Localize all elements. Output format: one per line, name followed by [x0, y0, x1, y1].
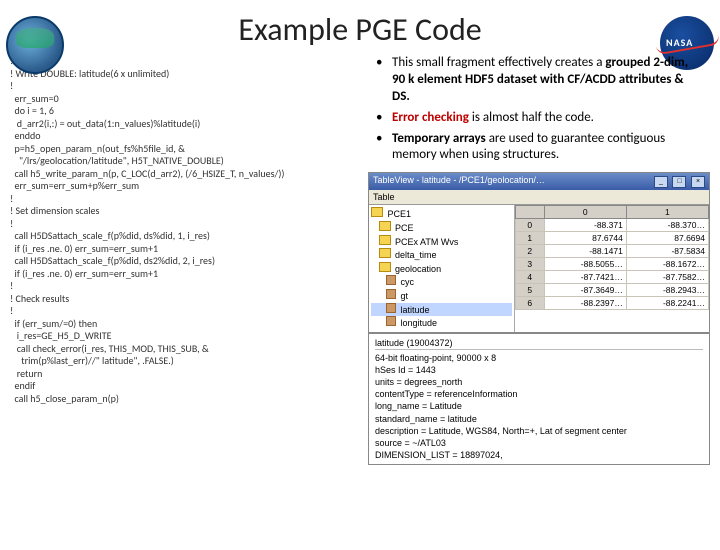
minimize-icon[interactable]: _ [654, 176, 668, 188]
content-row: ! ! Write DOUBLE: latitude(6 x unlimited… [0, 55, 720, 465]
meta-line6: standard_name = latitude [375, 413, 703, 425]
meta-line9: DIMENSION_LIST = 18897024, [375, 449, 703, 461]
tree-item-pcex-atm-wvs[interactable]: PCEx ATM Wvs [371, 235, 512, 249]
folder-icon [371, 207, 383, 217]
grid-cell[interactable]: -88.371 [544, 219, 626, 232]
table-row[interactable]: 3-88.5055…-88.1672… [515, 258, 708, 271]
folder-icon [379, 248, 391, 258]
grid-cell[interactable]: -88.1471 [544, 245, 626, 258]
metadata-panel: latitude (19004372) 64-bit floating-poin… [369, 332, 709, 464]
grid-row-header[interactable]: 5 [515, 284, 544, 297]
tree-item-geolocation[interactable]: geolocation [371, 262, 512, 276]
meta-line1: 64-bit floating-point, 90000 x 8 [375, 352, 703, 364]
bullet-list: This small fragment effectively creates … [360, 55, 710, 164]
right-column: This small fragment effectively creates … [360, 55, 710, 465]
grid-cell[interactable]: -87.3649… [544, 284, 626, 297]
table-row[interactable]: 187.674487.6694 [515, 232, 708, 245]
grid-cell[interactable]: 87.6744 [544, 232, 626, 245]
tree-item-pce[interactable]: PCE [371, 221, 512, 235]
dataset-icon [386, 303, 396, 313]
bullet-2: Error checking is almost half the code. [380, 110, 702, 127]
table-row[interactable]: 0-88.371-88.370… [515, 219, 708, 232]
page-title: Example PGE Code [0, 10, 720, 49]
grid-cell[interactable]: -88.5055… [544, 258, 626, 271]
grid-corner [515, 206, 544, 219]
grid-row-header[interactable]: 2 [515, 245, 544, 258]
maximize-icon[interactable]: □ [672, 176, 686, 188]
data-grid[interactable]: 010-88.371-88.370…187.674487.66942-88.14… [515, 205, 709, 310]
tree-item-cyc[interactable]: cyc [371, 275, 512, 289]
table-row[interactable]: 2-88.1471-87.5834 [515, 245, 708, 258]
grid-cell[interactable]: -87.7421… [544, 271, 626, 284]
tree-item-longitude[interactable]: longitude [371, 316, 512, 330]
close-icon[interactable]: × [691, 176, 705, 188]
tree-view[interactable]: PCE1 PCE PCEx ATM Wvs delta_time geoloca… [369, 205, 515, 331]
meta-line2: hSes Id = 1443 [375, 364, 703, 376]
grid-cell[interactable]: -87.5834 [626, 245, 708, 258]
code-block: ! ! Write DOUBLE: latitude(6 x unlimited… [10, 55, 360, 465]
meta-line3: units = degrees_north [375, 376, 703, 388]
bullet-3: Temporary arrays are used to guarantee c… [380, 131, 702, 165]
nasa-logo-text: NASA [666, 36, 693, 49]
tree-item-gt[interactable]: gt [371, 289, 512, 303]
hdf-panel: TableView - latitude - /PCE1/geolocation… [368, 172, 710, 465]
grid-row-header[interactable]: 1 [515, 232, 544, 245]
grid-row-header[interactable]: 0 [515, 219, 544, 232]
bullet-1: This small fragment effectively creates … [380, 55, 702, 106]
meta-line7: description = Latitude, WGS84, North=+, … [375, 425, 703, 437]
grid-cell[interactable]: -88.2943… [626, 284, 708, 297]
grid-col-header[interactable]: 0 [544, 206, 626, 219]
grid-cell[interactable]: -88.2397… [544, 297, 626, 310]
grid-cell[interactable]: 87.6694 [626, 232, 708, 245]
meta-line4: contentType = referenceInformation [375, 388, 703, 400]
panel-toolbar[interactable]: Table [369, 190, 709, 205]
grid-row-header[interactable]: 3 [515, 258, 544, 271]
tree-item-delta_time[interactable]: delta_time [371, 248, 512, 262]
tree-item-latitude[interactable]: latitude [371, 303, 512, 317]
grid-row-header[interactable]: 6 [515, 297, 544, 310]
grid-cell[interactable]: -88.370… [626, 219, 708, 232]
grid-col-header[interactable]: 1 [626, 206, 708, 219]
table-row[interactable]: 4-87.7421…-87.7582… [515, 271, 708, 284]
grid-row-header[interactable]: 4 [515, 271, 544, 284]
dataset-icon [386, 316, 396, 326]
table-row[interactable]: 6-88.2397…-88.2241… [515, 297, 708, 310]
grid-cell[interactable]: -88.2241… [626, 297, 708, 310]
grid-wrap: 010-88.371-88.370…187.674487.66942-88.14… [515, 205, 709, 331]
grid-cell[interactable]: -87.7582… [626, 271, 708, 284]
panel-title: TableView - latitude - /PCE1/geolocation… [373, 175, 545, 188]
meta-line5: long_name = Latitude [375, 400, 703, 412]
meta-name: latitude (19004372) [375, 337, 703, 350]
window-buttons: _ □ × [652, 175, 705, 188]
table-row[interactable]: 5-87.3649…-88.2943… [515, 284, 708, 297]
dataset-icon [386, 289, 396, 299]
folder-icon [379, 221, 391, 231]
grid-cell[interactable]: -88.1672… [626, 258, 708, 271]
meta-line8: source = ~/ATL03 [375, 437, 703, 449]
panel-titlebar: TableView - latitude - /PCE1/geolocation… [369, 173, 709, 190]
folder-icon [379, 262, 391, 272]
tree-item-pce1[interactable]: PCE1 [371, 207, 512, 221]
icesat-logo [6, 16, 64, 74]
dataset-icon [386, 275, 396, 285]
folder-icon [379, 235, 391, 245]
